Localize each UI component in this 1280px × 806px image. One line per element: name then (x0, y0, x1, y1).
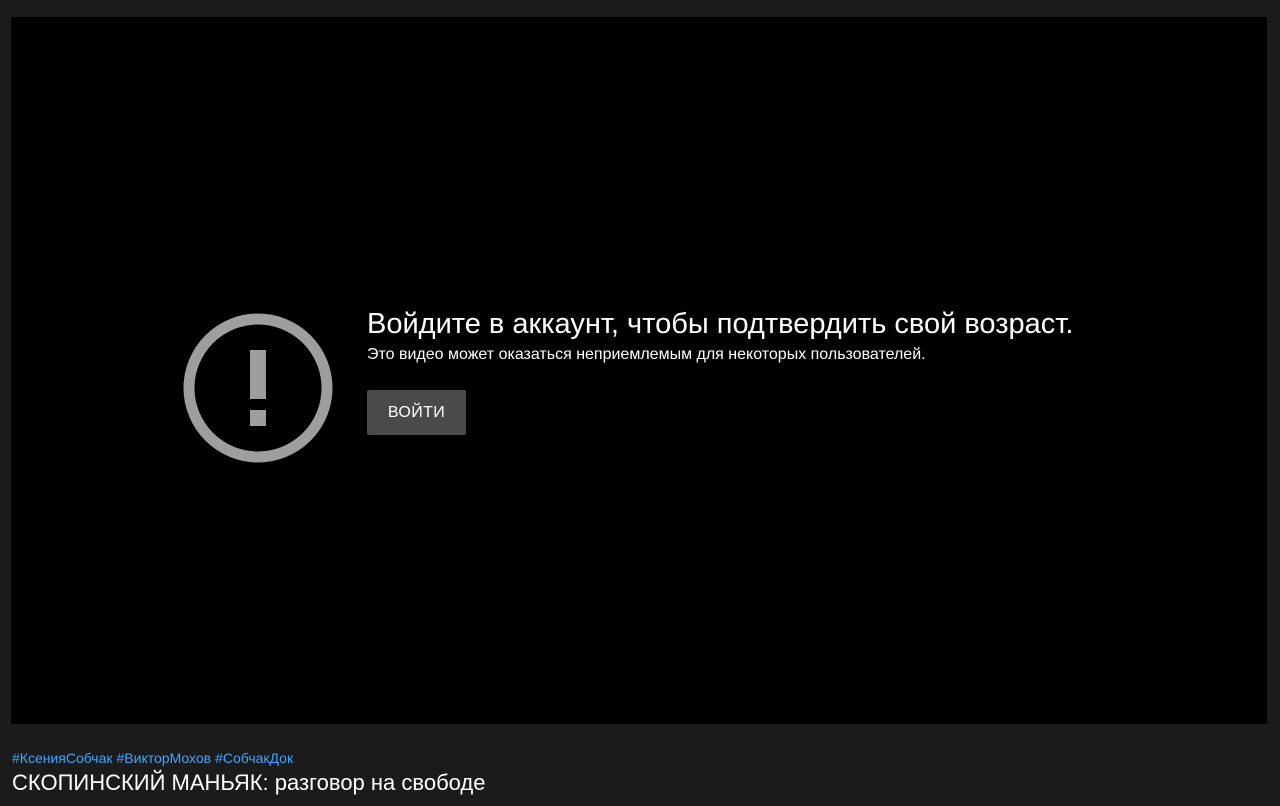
hashtag-link[interactable]: #КсенияСобчак (12, 750, 113, 766)
age-warning-subtitle: Это видео может оказаться неприемлемым д… (367, 346, 926, 363)
video-player[interactable] (11, 17, 1267, 724)
age-warning-text: Войдите в аккаунт, чтобы подтвердить сво… (367, 305, 1073, 365)
page: Войдите в аккаунт, чтобы подтвердить сво… (0, 0, 1280, 806)
signin-button[interactable]: ВОЙТИ (367, 390, 466, 435)
video-title: СКОПИНСКИЙ МАНЬЯК: разговор на свободе (12, 770, 486, 795)
hashtag-link[interactable]: #СобчакДок (215, 750, 293, 766)
exclamation-circle-icon (183, 313, 333, 463)
hashtag-link[interactable]: #ВикторМохов (117, 750, 212, 766)
hashtag-list: #КсенияСобчак #ВикторМохов #СобчакДок (12, 749, 297, 767)
age-warning-title: Войдите в аккаунт, чтобы подтвердить сво… (367, 308, 1074, 340)
